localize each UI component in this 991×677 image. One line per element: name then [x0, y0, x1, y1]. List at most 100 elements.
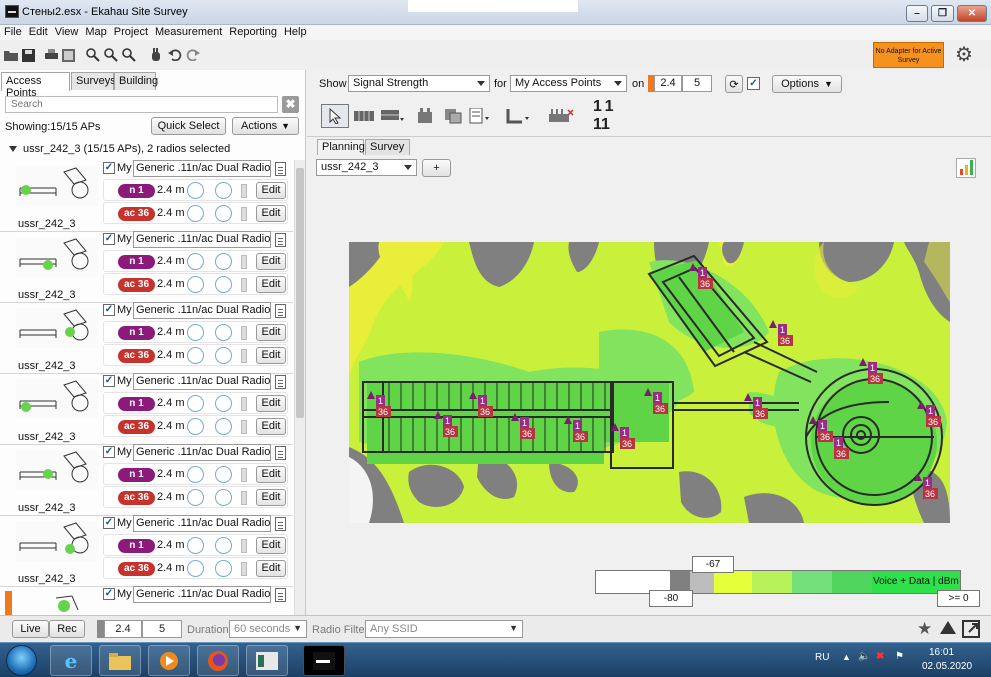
ap-name-field[interactable]: Generic .11n/ac Dual Radio (10 — [133, 231, 271, 248]
antenna-pattern-icon[interactable] — [187, 182, 204, 199]
ap-visible-checkbox[interactable]: ✓ — [103, 446, 115, 458]
ap-visible-checkbox[interactable]: ✓ — [103, 375, 115, 387]
antenna-pattern-icon[interactable] — [187, 324, 204, 341]
open-folder-icon[interactable] — [4, 48, 18, 62]
antenna-pattern-icon[interactable] — [215, 466, 232, 483]
redo-icon[interactable] — [186, 48, 200, 62]
ap-radio-row[interactable]: n 1 2.4 m Edit — [103, 179, 288, 201]
antenna-pattern-icon[interactable] — [187, 276, 204, 293]
radio-edit-button[interactable]: Edit — [256, 205, 286, 222]
ap-visible-checkbox[interactable]: ✓ — [103, 588, 115, 600]
show-dropdown[interactable]: Signal Strength — [348, 75, 490, 92]
ap-list-item[interactable]: ussr_242_3 ✓ My Generic .11n/ac Dual Radio … — [0, 515, 293, 587]
radio-channel-pill[interactable]: n 1 — [118, 468, 155, 482]
star-icon[interactable]: ★ — [917, 619, 932, 639]
attenuation-area-icon[interactable] — [411, 104, 439, 128]
radio-channel-pill[interactable]: n 1 — [118, 326, 155, 340]
menu-view[interactable]: View — [51, 25, 82, 38]
ap-radio-row[interactable]: ac 36 2.4 m Edit — [103, 273, 288, 295]
minimize-button[interactable]: – — [906, 5, 928, 22]
add-map-button[interactable]: + — [422, 159, 451, 177]
status-band-5[interactable]: 5 — [142, 620, 182, 638]
ap-radio-row[interactable]: n 1 2.4 m Edit — [103, 392, 288, 414]
radio-channel-pill[interactable]: ac 36 — [118, 278, 155, 292]
undo-icon[interactable] — [168, 48, 182, 62]
antenna-pattern-icon[interactable] — [215, 418, 232, 435]
for-dropdown[interactable]: My Access Points — [510, 75, 627, 92]
ap-radio-row[interactable]: ac 36 2.4 m Edit — [103, 557, 288, 579]
antenna-pattern-icon[interactable] — [215, 182, 232, 199]
tab-surveys[interactable]: Surveys — [71, 72, 116, 90]
radio-channel-pill[interactable]: n 1 — [118, 539, 155, 553]
measure-icon[interactable] — [504, 104, 532, 128]
collapse-triangle-icon[interactable] — [9, 146, 17, 153]
menu-reporting[interactable]: Reporting — [225, 25, 280, 38]
band-5-field[interactable]: 5 — [682, 75, 712, 92]
ap-radio-row[interactable]: ac 36 2.4 m Edit — [103, 415, 288, 437]
visualization-checkbox[interactable]: ✓ — [747, 77, 760, 90]
radio-edit-button[interactable]: Edit — [256, 418, 286, 435]
menu-measurement[interactable]: Measurement — [151, 25, 225, 38]
duration-dropdown[interactable]: 60 seconds ▼ — [229, 620, 307, 638]
tab-planning[interactable]: Planning — [317, 139, 365, 155]
show-hidden-icons[interactable]: ▲ — [842, 652, 851, 662]
zoom-out-icon[interactable] — [104, 48, 118, 62]
ap-list-item[interactable]: ✓MyGeneric .11n/ac Dual Radio (15) — [0, 586, 293, 615]
radio-edit-button[interactable]: Edit — [256, 466, 286, 483]
antenna-pattern-icon[interactable] — [187, 347, 204, 364]
ap-list-item[interactable]: ussr_242_3 ✓ My Generic .11n/ac Dual Radio … — [0, 231, 293, 303]
ap-name-field[interactable]: Generic .11n/ac Dual Radio (15) — [133, 586, 271, 603]
media-player-icon[interactable] — [148, 645, 190, 676]
maximize-button[interactable]: ❐ — [931, 5, 954, 22]
auto-planner-icon[interactable] — [547, 104, 575, 128]
antenna-pattern-icon[interactable] — [215, 253, 232, 270]
file-explorer-icon[interactable] — [99, 645, 141, 676]
print-icon[interactable] — [44, 48, 58, 62]
tab-building[interactable]: Building — [114, 72, 158, 90]
quick-select-button[interactable]: Quick Select — [151, 117, 226, 135]
clear-search-icon[interactable]: ✖ — [282, 96, 299, 113]
ap-visible-checkbox[interactable]: ✓ — [103, 162, 115, 174]
gear-icon[interactable]: ⚙ — [953, 44, 975, 66]
scrollbar-thumb[interactable] — [296, 168, 304, 418]
radio-edit-button[interactable]: Edit — [256, 537, 286, 554]
ekahau-app-icon[interactable] — [246, 645, 288, 676]
options-button[interactable]: Options ▼ — [772, 75, 842, 93]
ap-list-scrollbar[interactable] — [294, 160, 305, 615]
ap-notes-icon[interactable] — [275, 517, 286, 531]
capacity-area-icon[interactable] — [439, 104, 467, 128]
ap-notes-icon[interactable] — [275, 162, 286, 176]
signal-strength-heatmap[interactable]: 1361361361361361361361361361361361361361… — [349, 242, 950, 523]
ap-name-field[interactable]: Generic .11n/ac Dual Radio (12 — [133, 373, 271, 390]
ap-list-item[interactable]: ussr_242_3 ✓ My Generic .11n/ac Dual Radio … — [0, 160, 293, 232]
ap-notes-icon[interactable] — [275, 446, 286, 460]
ap-name-field[interactable]: Generic .11n/ac Dual Radio (14 — [133, 515, 271, 532]
radio-edit-button[interactable]: Edit — [256, 182, 286, 199]
radio-channel-pill[interactable]: n 1 — [118, 397, 155, 411]
radio-channel-pill[interactable]: ac 36 — [118, 349, 155, 363]
flag-icon[interactable]: ⚑ — [895, 651, 904, 662]
ap-list-item[interactable]: ussr_242_3 ✓ My Generic .11n/ac Dual Radio … — [0, 302, 293, 374]
ap-visible-checkbox[interactable]: ✓ — [103, 233, 115, 245]
antenna-pattern-icon[interactable] — [215, 489, 232, 506]
antenna-pattern-icon[interactable] — [215, 395, 232, 412]
actions-button[interactable]: Actions ▼ — [232, 117, 299, 135]
ap-radio-row[interactable]: ac 36 2.4 m Edit — [103, 344, 288, 366]
radio-channel-pill[interactable]: ac 36 — [118, 562, 155, 576]
antenna-pattern-icon[interactable] — [187, 537, 204, 554]
map-select-dropdown[interactable]: ussr_242_3 — [316, 159, 417, 176]
language-indicator[interactable]: RU — [815, 652, 829, 663]
radio-channel-pill[interactable]: ac 36 — [118, 491, 155, 505]
network-error-icon[interactable]: ✖ — [876, 651, 884, 662]
menu-help[interactable]: Help — [280, 25, 310, 38]
collapse-up-icon[interactable] — [940, 621, 956, 634]
terminal-app-icon[interactable] — [303, 645, 345, 676]
radio-channel-pill[interactable]: n 1 — [118, 184, 155, 198]
tab-access-points[interactable]: Access Points — [1, 72, 70, 99]
clock-time[interactable]: 16:01 — [929, 647, 954, 658]
draw-wall-icon[interactable] — [350, 104, 378, 128]
antenna-pattern-icon[interactable] — [215, 324, 232, 341]
start-button-icon[interactable] — [6, 645, 37, 676]
group-header[interactable]: ussr_242_3 (15/15 APs), 2 radios selecte… — [9, 143, 230, 155]
firefox-icon[interactable] — [197, 645, 239, 676]
